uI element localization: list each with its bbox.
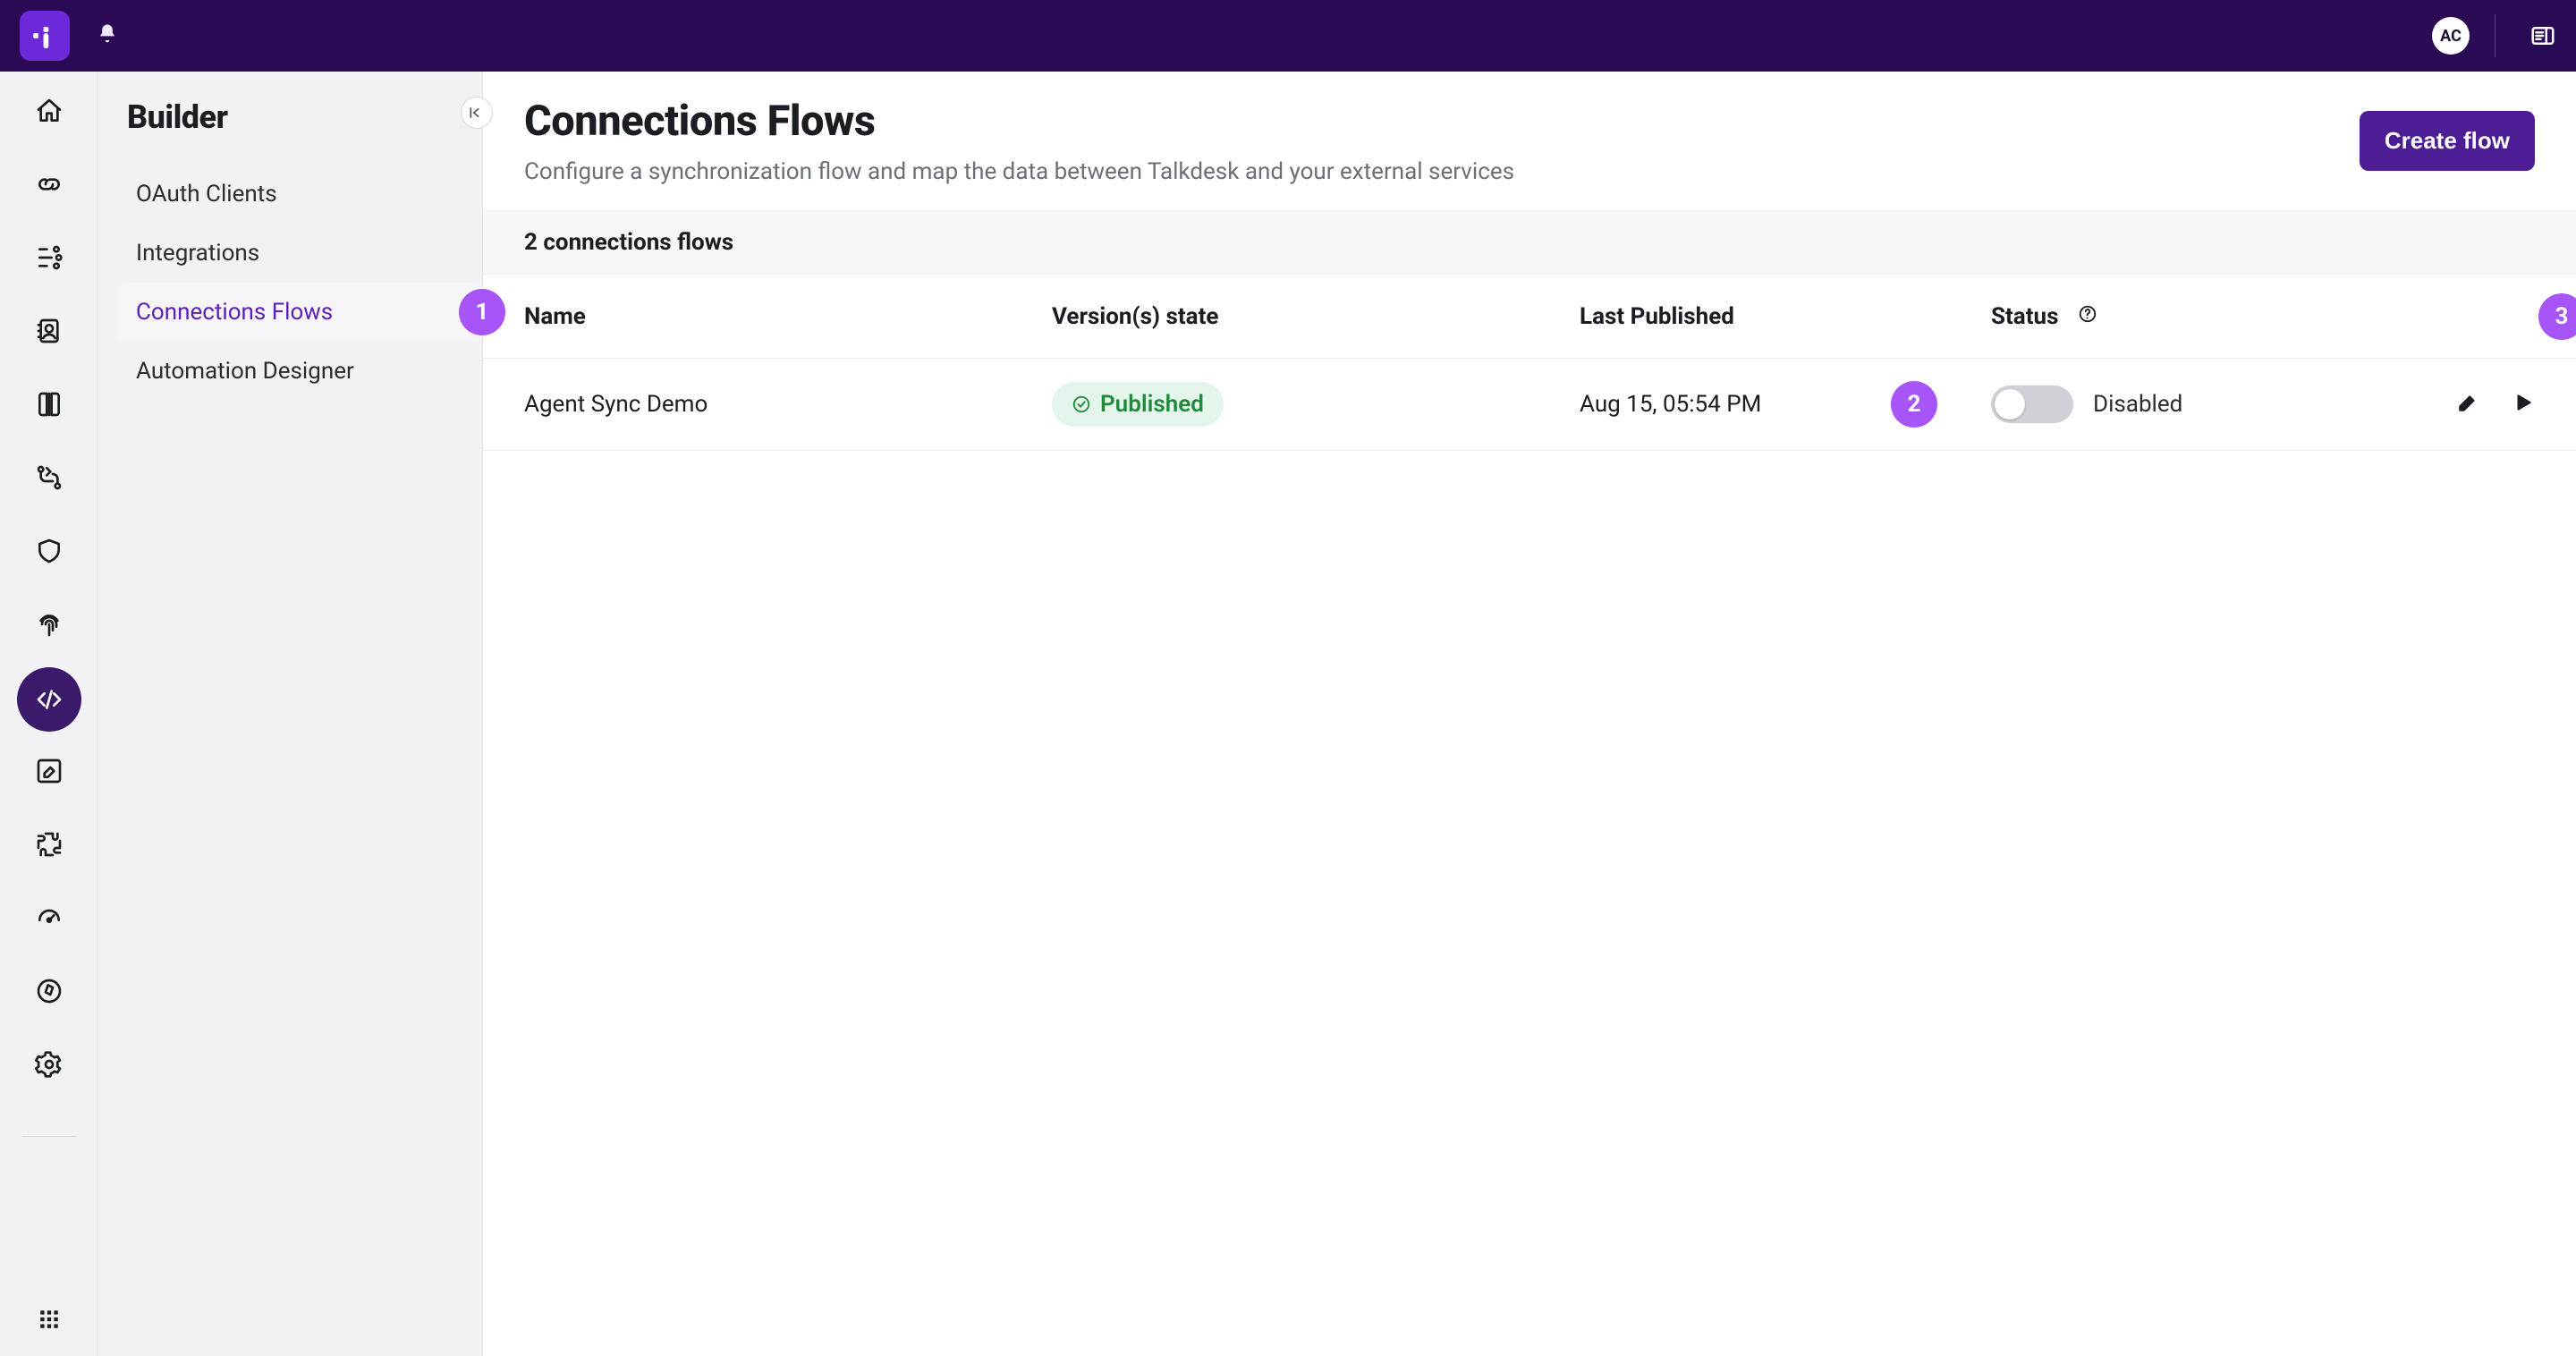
fingerprint-icon[interactable] — [35, 610, 64, 642]
book-icon[interactable] — [35, 390, 64, 422]
gear-icon[interactable] — [35, 1050, 64, 1082]
sidebar-title: Builder — [127, 98, 482, 136]
main-content: Connections Flows Configure a synchroniz… — [483, 72, 2576, 1356]
page-title: Connections Flows — [524, 97, 1514, 146]
table-row: Agent Sync Demo Published Aug 15, 05:54 … — [483, 359, 2576, 451]
edit-row-button[interactable] — [2456, 391, 2479, 418]
compass-icon[interactable] — [35, 977, 64, 1009]
create-flow-button[interactable]: Create flow — [2360, 111, 2535, 171]
sidebar-item-integrations[interactable]: Integrations — [118, 224, 482, 283]
badge-label: Published — [1100, 391, 1204, 418]
col-header-last-published: Last Published — [1580, 303, 1991, 330]
published-badge: Published — [1052, 382, 1224, 427]
address-book-icon[interactable] — [35, 317, 64, 349]
callout-2: 2 — [1891, 381, 1937, 428]
app-logo[interactable] — [20, 11, 70, 61]
shield-icon[interactable] — [35, 537, 64, 569]
bell-icon[interactable] — [95, 21, 120, 50]
steps-icon[interactable] — [35, 243, 64, 275]
edit-icon[interactable] — [35, 757, 64, 789]
run-row-button[interactable] — [2512, 391, 2535, 418]
puzzle-icon[interactable] — [35, 830, 64, 862]
top-bar: AC — [0, 0, 2576, 72]
page-subtitle: Configure a synchronization flow and map… — [524, 158, 1514, 185]
routing-icon[interactable] — [35, 463, 64, 496]
topbar-divider — [2495, 14, 2496, 57]
right-panel-toggle-icon[interactable] — [2526, 19, 2560, 53]
sidebar-collapse-button[interactable] — [461, 97, 493, 129]
status-help-icon[interactable] — [2078, 303, 2097, 330]
apps-grid-icon[interactable] — [38, 1308, 61, 1335]
col-header-state: Version(s) state — [1052, 303, 1580, 330]
sidebar-item-connections-flows[interactable]: Connections Flows 1 — [118, 283, 482, 342]
sidebar-item-oauth-clients[interactable]: OAuth Clients — [118, 165, 482, 224]
left-rail — [0, 72, 98, 1356]
sidebar-item-automation-designer[interactable]: Automation Designer — [118, 342, 482, 401]
page-header: Connections Flows Configure a synchroniz… — [483, 72, 2576, 210]
sidebar-item-label: Connections Flows — [136, 299, 333, 326]
col-header-status-label: Status — [1991, 303, 2058, 330]
list-count-label: 2 connections flows — [524, 229, 733, 256]
dashboard-gauge-icon[interactable] — [35, 903, 64, 936]
status-toggle[interactable] — [1991, 386, 2073, 423]
user-avatar[interactable]: AC — [2432, 17, 2470, 55]
avatar-initials: AC — [2440, 27, 2462, 46]
rail-separator — [22, 1136, 76, 1137]
home-icon[interactable] — [35, 97, 64, 129]
flows-table: Name Version(s) state Last Published Sta… — [483, 275, 2576, 451]
row-name: Agent Sync Demo — [524, 391, 1052, 418]
code-icon[interactable] — [17, 667, 81, 732]
link-icon[interactable] — [35, 170, 64, 202]
status-label: Disabled — [2093, 391, 2182, 418]
col-header-name: Name — [524, 303, 1052, 330]
builder-sidebar: Builder OAuth Clients Integrations Conne… — [98, 72, 483, 1356]
col-header-status: Status — [1991, 303, 2419, 330]
callout-3: 3 — [2538, 293, 2576, 340]
list-summary-bar: 2 connections flows — [483, 210, 2576, 275]
